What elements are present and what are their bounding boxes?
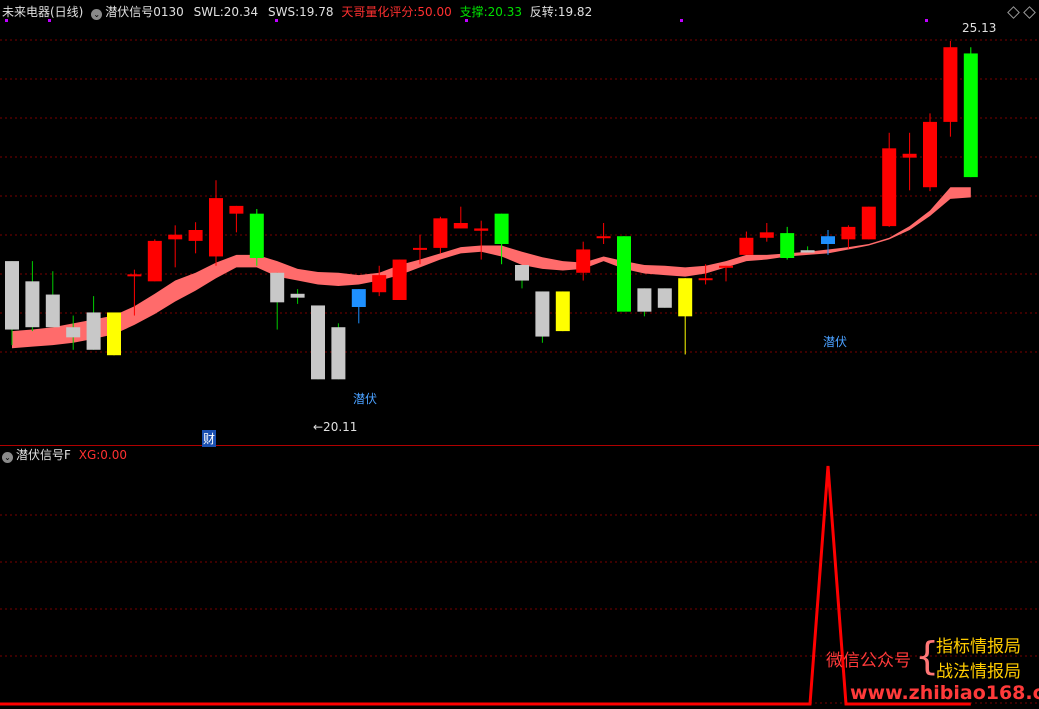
candle-body [943, 47, 958, 122]
candle-body [249, 213, 264, 258]
watermark-line1: 指标情报局 [936, 637, 1021, 657]
xg-label: XG: [78, 448, 101, 462]
xg-value: 0.00 [100, 448, 128, 462]
sws-label: SWS: [267, 5, 300, 19]
marker-dot [680, 19, 683, 22]
candle-body [576, 249, 591, 273]
candle-body [45, 294, 60, 328]
candle-body [739, 237, 754, 255]
candle-body [25, 281, 40, 328]
candle-body [596, 236, 611, 239]
indicator-name[interactable]: 潜伏信号0130 [105, 5, 184, 19]
candle-body [86, 312, 101, 350]
candle-body [882, 148, 897, 227]
candle-body [351, 289, 366, 307]
watermark-line2: 战法情报局 [936, 662, 1021, 682]
score-value: 50.00 [417, 5, 452, 19]
candle-body [861, 206, 876, 240]
candle-body [657, 288, 672, 308]
collapse-icon[interactable]: ⌄ [91, 9, 103, 20]
candle-body [107, 312, 121, 356]
sub-header: ⌄ 潜伏信号F XG:0.00 [2, 448, 127, 463]
finance-marker[interactable]: 财 [202, 430, 217, 447]
candle-body [800, 250, 815, 253]
candle-body [209, 198, 223, 257]
candle-body [902, 153, 917, 158]
candle-body [5, 261, 19, 330]
candle-body [678, 278, 693, 317]
candle-body [188, 230, 203, 241]
chart-canvas [0, 19, 1039, 706]
low-price-label: ←20.11 [313, 420, 358, 434]
support-value: 20.33 [487, 5, 522, 19]
swl-value: 20.34 [223, 5, 259, 19]
candle-body [331, 327, 346, 380]
candle-body [168, 234, 183, 240]
score-label: 天哥量化评分: [341, 5, 418, 19]
candle-body [841, 226, 856, 240]
reversal-value: 19.82 [557, 5, 593, 19]
reversal-label: 反转: [529, 5, 558, 19]
candle-body [453, 223, 468, 229]
collapse-icon[interactable]: ⌄ [2, 452, 13, 463]
candle-body [535, 291, 550, 337]
candle-body [311, 305, 325, 380]
candle-body [474, 228, 489, 231]
candle-body [66, 327, 81, 338]
candle-body [290, 293, 305, 298]
candle-body [617, 236, 631, 312]
sub-indicator-name[interactable]: 潜伏信号F [16, 448, 71, 462]
candle-body [494, 213, 509, 244]
candle-body [372, 275, 387, 293]
candle-body [780, 233, 795, 258]
stock-title[interactable]: 未来电器(日线) [2, 5, 83, 19]
marker-dot [925, 19, 928, 22]
candle-body [413, 247, 427, 250]
watermark-url: www.zhibiao168.com [850, 682, 1039, 704]
candle-body [433, 218, 448, 248]
candle-body [821, 236, 835, 244]
candle-body [270, 272, 285, 303]
candle-body [963, 53, 978, 178]
candle-body [719, 265, 733, 268]
candle-body [759, 232, 774, 238]
candle-body [392, 259, 407, 300]
wechat-label: 微信公众号 [826, 651, 911, 671]
swl-label: SWL: [193, 5, 224, 19]
candle-body [229, 205, 244, 214]
sws-value: 19.78 [299, 5, 334, 19]
support-label: 支撑: [459, 5, 488, 19]
candle-body [923, 121, 937, 188]
candle-body [637, 288, 652, 312]
high-price-label: 25.13 [962, 21, 997, 35]
candle-body [698, 278, 713, 281]
candle-body [127, 274, 142, 277]
candle-body [147, 240, 162, 282]
candle-body [555, 291, 570, 332]
main-header: 未来电器(日线) ⌄ 潜伏信号0130 SWL:20.34 SWS:19.78 天… [2, 5, 592, 20]
candle-body [515, 265, 529, 281]
signal-label: 潜伏 [353, 392, 378, 406]
signal-label: 潜伏 [823, 335, 848, 349]
